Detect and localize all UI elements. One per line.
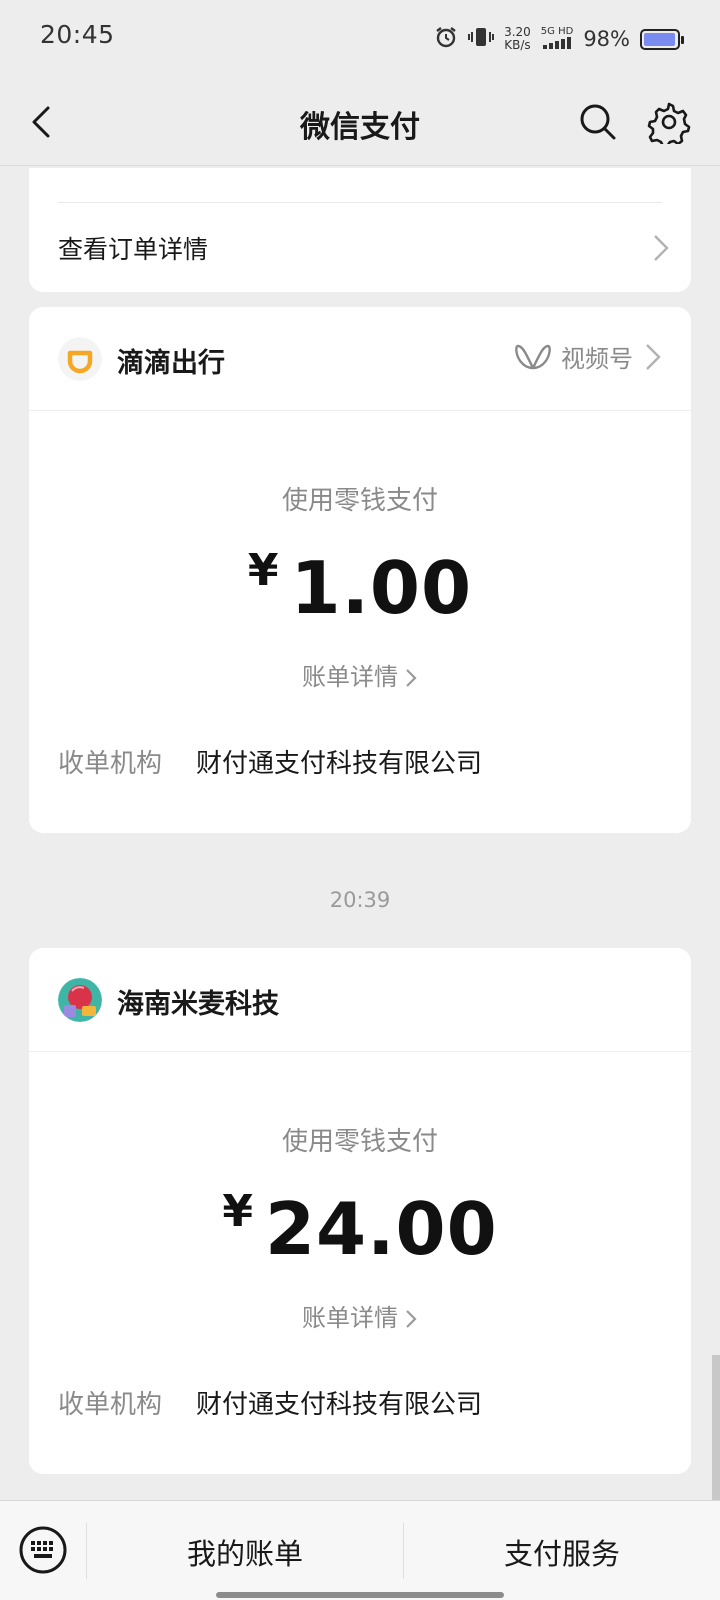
previous-transaction-card: 查看订单详情 [29,168,691,292]
bottom-bar: 我的账单 支付服务 [0,1500,720,1600]
amount: ¥1.00 [29,545,691,630]
search-icon [580,104,616,140]
alarm-icon [434,25,458,53]
acquirer-label: 收单机构 [58,1390,163,1420]
payment-method: 使用零钱支付 [281,1127,438,1157]
acquirer-value: 财付通支付科技有限公司 [196,1390,483,1420]
acquirer-row: 收单机构 财付通支付科技有限公司 [58,1384,662,1421]
chevron-right-icon [406,669,417,687]
currency-symbol: ¥ [247,545,279,596]
gear-icon [647,102,691,148]
acquirer-row: 收单机构 财付通支付科技有限公司 [58,743,662,780]
payment-services-button[interactable]: 支付服务 [404,1531,720,1573]
my-bills-button[interactable]: 我的账单 [87,1531,403,1573]
amount-value: 24.00 [264,1187,498,1271]
channels-logo-icon [515,344,551,369]
nav-bar: 微信支付 [0,78,720,166]
view-order-details-label: 查看订单详情 [58,235,209,264]
network-speed: 3.20 KB/s [504,25,531,52]
settings-button[interactable] [647,100,691,148]
status-icons: 3.20 KB/s 5G HD 98% [434,22,684,56]
home-indicator[interactable] [216,1592,504,1598]
didi-logo-icon [58,337,102,381]
acquirer-label: 收单机构 [58,749,163,779]
search-button[interactable] [576,100,620,144]
merchant-logo-icon [58,978,102,1022]
view-order-details-row[interactable]: 查看订单详情 [58,224,671,272]
time-separator: 20:39 [329,888,391,912]
vibrate-icon [468,25,495,53]
channels-label: 视频号 [561,345,633,373]
payment-method: 使用零钱支付 [281,486,438,516]
divider [58,202,662,203]
battery-icon [640,28,684,50]
merchant-header[interactable]: 海南米麦科技 [29,948,691,1052]
merchant-header[interactable]: 滴滴出行 视频号 [29,307,691,411]
bill-details-link[interactable]: 账单详情 [29,657,691,692]
chevron-right-icon [646,343,661,370]
bill-details-label: 账单详情 [302,663,398,691]
chevron-right-icon [406,1310,417,1328]
amount: ¥24.00 [29,1186,691,1271]
merchant-avatar [58,978,102,1022]
battery-percent: 98% [583,27,630,51]
merchant-name: 海南米麦科技 [117,989,279,1020]
acquirer-value: 财付通支付科技有限公司 [196,749,483,779]
didi-logo-avatar [58,337,102,381]
bill-details-link[interactable]: 账单详情 [29,1298,691,1333]
scrollbar[interactable] [712,1355,720,1500]
merchant-name: 滴滴出行 [117,348,225,379]
transaction-card-hainan: 海南米麦科技 使用零钱支付 ¥24.00 账单详情 收单机构 财付通支付科技有限… [29,948,691,1474]
bill-details-label: 账单详情 [302,1304,398,1332]
chevron-right-icon [654,235,669,261]
status-time: 20:45 [40,20,115,49]
status-bar: 20:45 3.20 KB/s 5G HD 98% [0,0,720,78]
transaction-card-didi: 滴滴出行 视频号 使用零钱支付 ¥1.00 账单详情 收单机构 财付通支付科技有… [29,307,691,833]
signal-bars-icon [543,37,572,49]
channels-link[interactable]: 视频号 [515,339,663,374]
currency-symbol: ¥ [222,1186,253,1237]
signal-indicator: 5G HD [541,26,573,52]
keyboard-icon [19,1526,67,1574]
amount-value: 1.00 [290,546,473,630]
keyboard-button[interactable] [18,1525,68,1575]
